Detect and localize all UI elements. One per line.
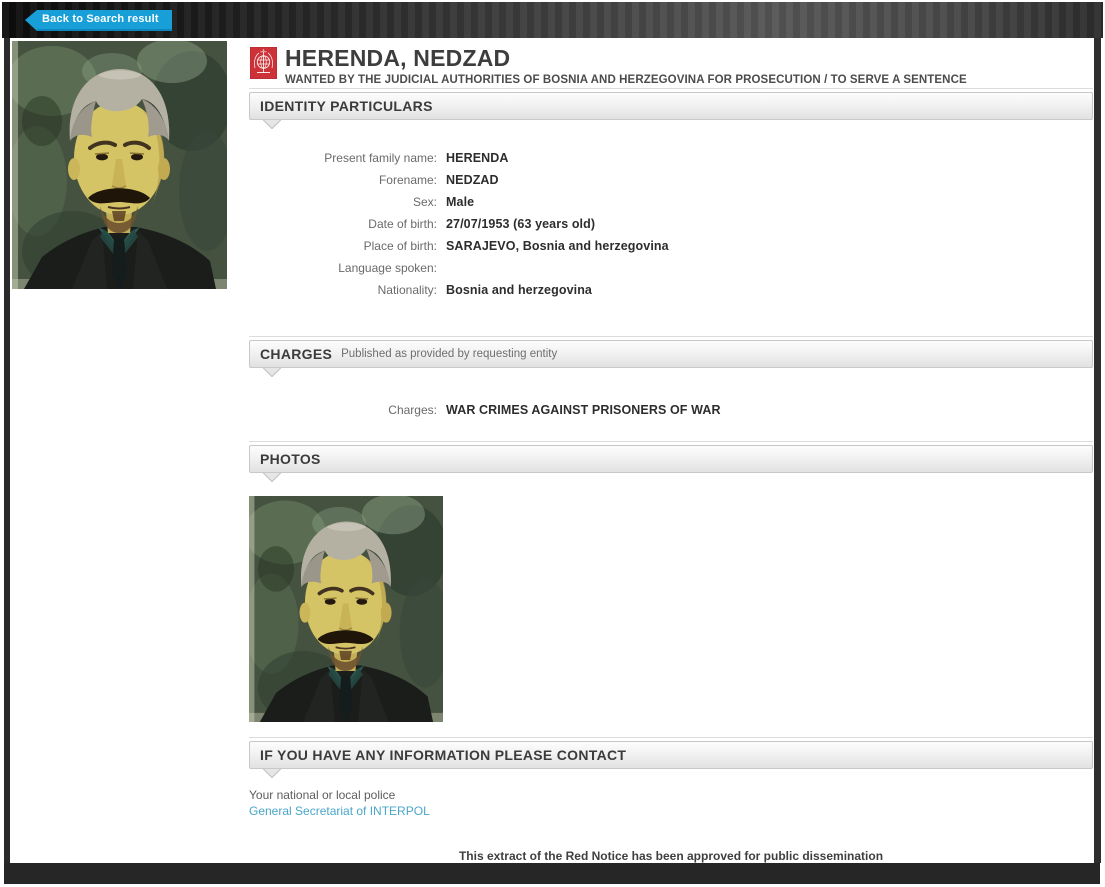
field-row-family-name: Present family name: HERENDA <box>249 147 1093 169</box>
identity-fields: Present family name: HERENDA Forename: N… <box>249 147 1093 301</box>
photos-divider <box>249 441 1093 442</box>
field-value: Male <box>446 195 475 209</box>
left-frame-border <box>4 38 10 863</box>
field-label: Forename: <box>378 173 437 187</box>
contact-local-police-text: Your national or local police <box>249 788 396 802</box>
field-label: Language spoken: <box>338 261 437 275</box>
notice-title-block: HERENDA, NEDZAD WANTED BY THE JUDICIAL A… <box>285 46 967 86</box>
notice-main-column: HERENDA, NEDZAD WANTED BY THE JUDICIAL A… <box>249 38 1093 863</box>
contact-info: Your national or local police General Se… <box>249 788 1093 820</box>
section-title-identity: IDENTITY PARTICULARS <box>260 98 433 114</box>
contact-divider <box>249 737 1093 738</box>
section-header-identity: IDENTITY PARTICULARS <box>249 92 1093 120</box>
section-header-charges: CHARGES Published as provided by request… <box>249 340 1093 368</box>
field-label: Sex: <box>412 195 437 209</box>
section-title-charges: CHARGES <box>260 346 333 362</box>
field-value: Bosnia and herzegovina <box>446 283 592 297</box>
back-arrow-icon <box>25 10 37 31</box>
field-value: HERENDA <box>446 151 509 165</box>
field-value: SARAJEVO, Bosnia and herzegovina <box>446 239 669 253</box>
field-label: Date of birth: <box>368 217 437 231</box>
field-row-place-of-birth: Place of birth: SARAJEVO, Bosnia and her… <box>249 235 1093 257</box>
field-value: 27/07/1953 (63 years old) <box>446 217 596 231</box>
interpol-emblem-icon <box>250 47 277 79</box>
field-row-nationality: Nationality: Bosnia and herzegovina <box>249 279 1093 301</box>
pointer-notch <box>249 472 1093 482</box>
field-row-date-of-birth: Date of birth: 27/07/1953 (63 years old) <box>249 213 1093 235</box>
field-label: Present family name: <box>324 151 437 165</box>
back-button-label: Back to Search result <box>42 13 159 25</box>
section-title-contact: IF YOU HAVE ANY INFORMATION PLEASE CONTA… <box>260 747 627 763</box>
field-row-forename: Forename: NEDZAD <box>249 169 1093 191</box>
field-label: Charges: <box>388 403 437 417</box>
subject-name-title: HERENDA, NEDZAD <box>285 45 511 71</box>
header-divider <box>249 88 1093 89</box>
red-notice-page: Back to Search result HERENDA, NEDZAD WA… <box>0 0 1105 887</box>
charges-divider <box>249 336 1093 337</box>
subject-photo-thumbnail <box>249 496 443 722</box>
field-label: Nationality: <box>377 283 437 297</box>
section-header-contact: IF YOU HAVE ANY INFORMATION PLEASE CONTA… <box>249 741 1093 769</box>
pointer-notch <box>249 768 1093 778</box>
subject-photo-large <box>12 41 227 289</box>
field-label: Place of birth: <box>363 239 437 253</box>
section-header-photos: PHOTOS <box>249 445 1093 473</box>
pointer-notch <box>249 367 1093 377</box>
interpol-secretariat-link[interactable]: General Secretariat of INTERPOL <box>249 804 430 818</box>
notice-header: HERENDA, NEDZAD WANTED BY THE JUDICIAL A… <box>250 46 1093 86</box>
field-value: NEDZAD <box>446 173 499 187</box>
field-row-sex: Sex: Male <box>249 191 1093 213</box>
back-to-search-button[interactable]: Back to Search result <box>25 10 172 31</box>
wanted-subtitle: WANTED BY THE JUDICIAL AUTHORITIES OF BO… <box>285 74 967 86</box>
dissemination-footer-note: This extract of the Red Notice has been … <box>458 849 884 863</box>
field-value: WAR CRIMES AGAINST PRISONERS OF WAR <box>446 403 721 417</box>
field-row-language-spoken: Language spoken: <box>249 257 1093 279</box>
right-frame-border <box>1094 38 1101 863</box>
field-row-charges: Charges: WAR CRIMES AGAINST PRISONERS OF… <box>249 399 1093 421</box>
bottom-frame-bar <box>4 863 1100 884</box>
charges-note: Published as provided by requesting enti… <box>341 348 558 360</box>
charges-fields: Charges: WAR CRIMES AGAINST PRISONERS OF… <box>249 399 1093 421</box>
pointer-notch <box>249 119 1093 129</box>
section-title-photos: PHOTOS <box>260 451 321 467</box>
